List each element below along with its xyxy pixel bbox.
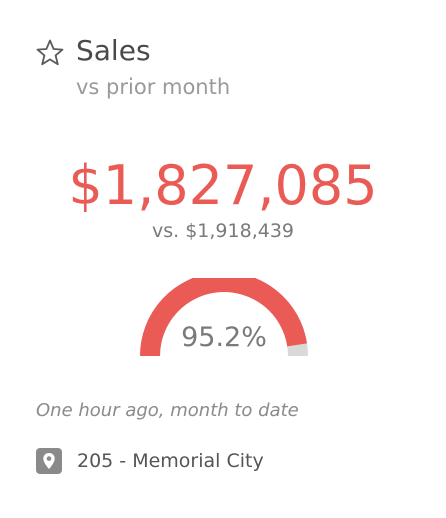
- card-subtitle: vs prior month: [76, 75, 231, 99]
- card-title: Sales: [76, 34, 151, 67]
- location-label: 205 - Memorial City: [77, 450, 264, 472]
- star-icon[interactable]: [35, 38, 65, 68]
- map-pin-icon: [36, 448, 62, 474]
- location-row[interactable]: 205 - Memorial City: [36, 447, 264, 475]
- data-freshness: One hour ago, month to date: [36, 400, 299, 421]
- metric-comparison: vs. $1,918,439: [151, 220, 294, 242]
- sales-kpi-card: Sales vs prior month $1,827,085 vs. $1,9…: [0, 0, 446, 518]
- metric-value: $1,827,085: [68, 154, 378, 217]
- gauge-percent-label: 95.2%: [181, 322, 267, 353]
